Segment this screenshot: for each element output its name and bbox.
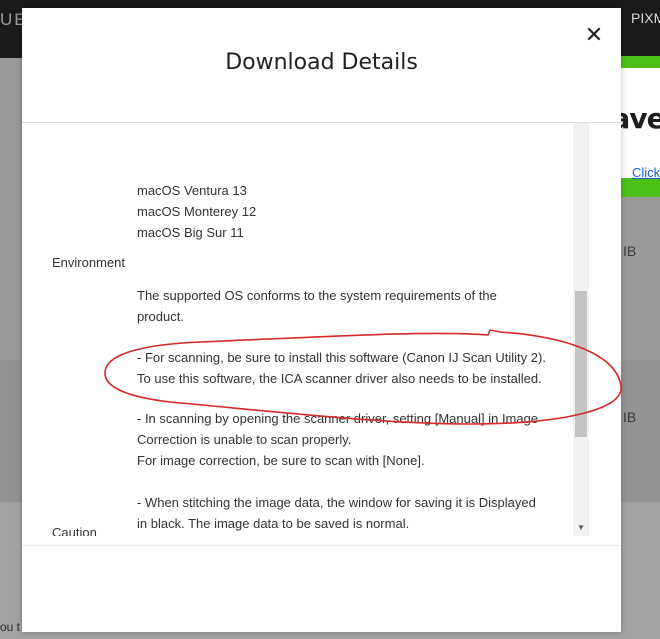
caution-line: To use this software, the ICA scanner dr… <box>137 371 542 386</box>
modal-footer-divider <box>22 545 621 546</box>
caution-label: Caution <box>52 525 97 536</box>
background-top-left-text: UE <box>0 10 22 29</box>
environment-label: Environment <box>52 255 125 270</box>
background-top-right-text: PIXM <box>631 10 660 26</box>
caution-line: - For scanning, be sure to install this … <box>137 350 546 365</box>
os-item: macOS Big Sur 11 <box>137 225 244 240</box>
os-item: macOS Monterey 12 <box>137 204 257 219</box>
promo-banner-link[interactable]: Click <box>632 165 660 180</box>
os-item: macOS Ventura 13 <box>137 183 247 198</box>
caution-line: For image correction, be sure to scan wi… <box>137 453 425 468</box>
download-details-modal: ✕ Download Details Environment Caution m… <box>22 8 621 632</box>
caution-line: - In scanning by opening the scanner dri… <box>137 411 539 426</box>
environment-note-line: product. <box>137 309 184 324</box>
caution-line: in black. The image data to be saved is … <box>137 516 410 531</box>
scrollbar-thumb[interactable] <box>575 291 587 437</box>
environment-note-line: The supported OS conforms to the system … <box>137 288 497 303</box>
background-bottom-text: ou t <box>0 620 21 634</box>
scroll-down-arrow-icon[interactable]: ▼ <box>575 523 587 533</box>
vertical-scrollbar[interactable]: ▼ <box>573 123 589 536</box>
modal-title: Download Details <box>225 50 418 75</box>
close-icon[interactable]: ✕ <box>582 24 606 48</box>
modal-scroll-content[interactable]: Environment Caution macOS Ventura 13 mac… <box>22 123 591 536</box>
caution-line: Correction is unable to scan properly. <box>137 432 352 447</box>
background-side-text: IB <box>623 243 637 259</box>
caution-line: - When stitching the image data, the win… <box>137 495 536 510</box>
background-side-text: IB <box>623 409 637 425</box>
